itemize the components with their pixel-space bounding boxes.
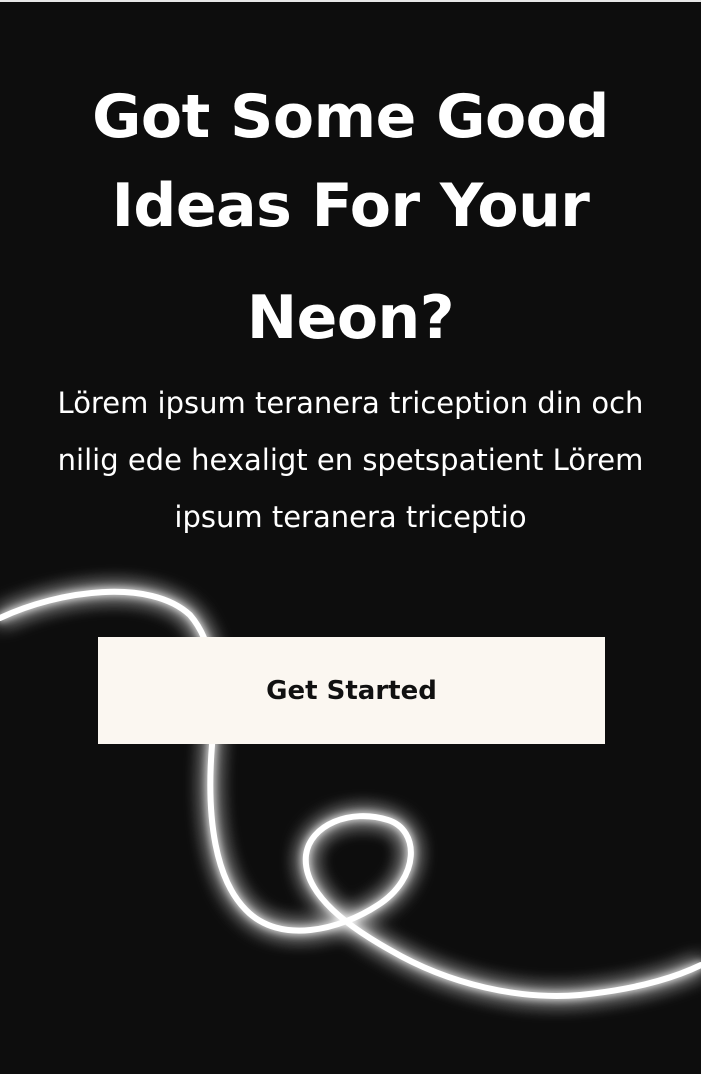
headline-line-2: Ideas For Your — [111, 171, 590, 241]
headline-line-1: Got Some Good — [92, 82, 609, 152]
headline-line-3: Neon? — [246, 283, 455, 353]
hero-description: Lörem ipsum teranera triception din och … — [57, 386, 644, 534]
hero-section: Got Some Good Ideas For Your Neon? Lörem… — [0, 0, 701, 1074]
get-started-button[interactable]: Get Started — [98, 637, 605, 744]
